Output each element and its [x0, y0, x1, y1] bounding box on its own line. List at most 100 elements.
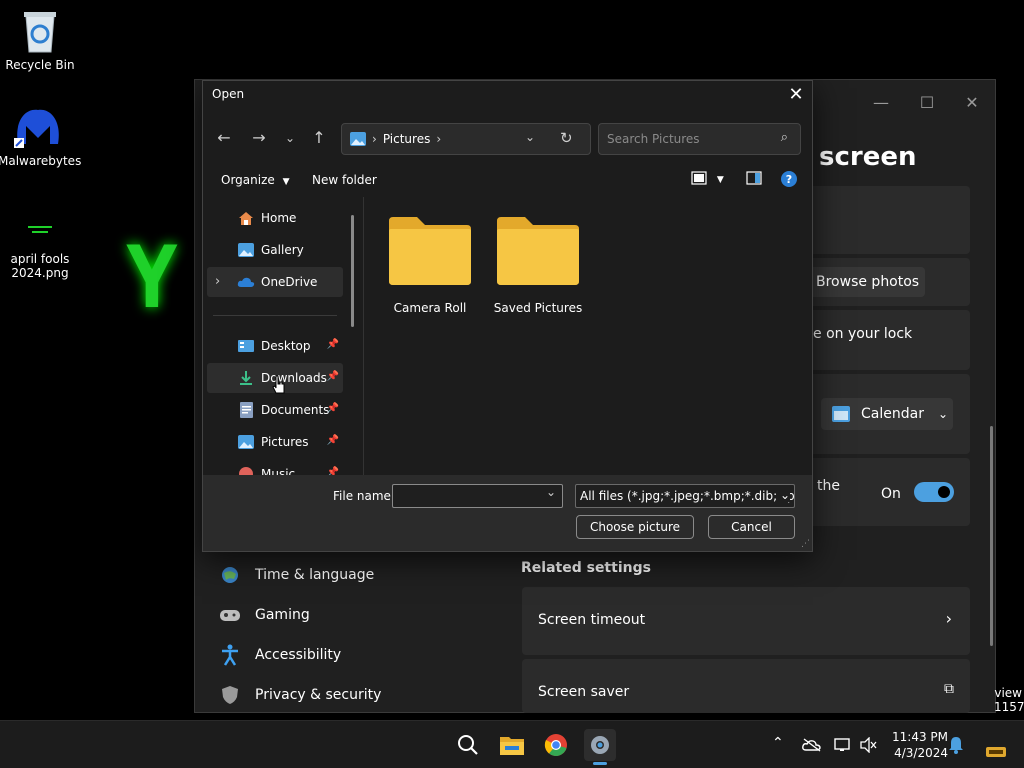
nav-item-label: Time & language: [255, 567, 375, 583]
tree-item-documents[interactable]: Documents 📌: [207, 395, 343, 425]
close-button[interactable]: ✕: [952, 88, 992, 118]
view-icon: [691, 171, 707, 185]
desktop-icon-april-fools[interactable]: april fools 2024.png: [0, 218, 80, 280]
address-bar[interactable]: › Pictures › ⌄ ↻: [341, 123, 591, 155]
search-box[interactable]: Search Pictures ⌕: [598, 123, 801, 155]
scrollbar[interactable]: [990, 426, 993, 646]
toggle-label: On: [881, 486, 901, 502]
taskbar: ⌃ 11:43 PM 4/3/2024: [0, 720, 1024, 768]
folder-saved-pictures[interactable]: Saved Pictures: [488, 217, 588, 315]
folder-icon: [497, 217, 579, 285]
open-external-icon: ⧉: [944, 681, 954, 697]
navigation-pane: Home Gallery › OneDrive Desktop 📌 Downlo…: [203, 197, 359, 477]
dialog-title: Open: [212, 87, 245, 101]
maximize-button[interactable]: ☐: [907, 88, 947, 118]
tree-item-label: OneDrive: [261, 275, 318, 289]
chevron-right-icon: ›: [372, 132, 377, 146]
search-input[interactable]: Search Pictures: [607, 132, 700, 146]
edge-text-line: 1157: [994, 700, 1024, 714]
pin-icon[interactable]: 📌: [327, 339, 339, 350]
file-type-select[interactable]: All files (*.jpg;*.jpeg;*.bmp;*.dib;*.pn…: [575, 484, 795, 508]
svg-text:?: ?: [786, 173, 792, 186]
minimize-button[interactable]: —: [861, 88, 901, 118]
tree-item-label: Documents: [261, 403, 330, 417]
view-options-button[interactable]: ▼: [691, 171, 724, 188]
forward-button[interactable]: →: [246, 125, 272, 151]
search-button[interactable]: [452, 729, 484, 761]
chevron-down-icon: ⌄: [775, 488, 790, 502]
show-hidden-icons-icon[interactable]: ⌃: [772, 735, 784, 751]
resize-grip-icon[interactable]: ⋰: [801, 539, 810, 549]
tree-item-pictures[interactable]: Pictures 📌: [207, 427, 343, 457]
desktop-icon-recycle-bin[interactable]: Recycle Bin: [0, 8, 80, 72]
chevron-right-icon: ›: [436, 132, 442, 146]
pin-icon[interactable]: 📌: [327, 371, 339, 382]
row-label: Screen saver: [538, 684, 630, 700]
recycle-bin-icon: [24, 12, 56, 53]
pane-divider: [363, 197, 364, 475]
gallery-icon: [237, 242, 255, 258]
desktop-icon-label: Recycle Bin: [5, 58, 75, 72]
pre-badge-icon: [986, 747, 1006, 757]
navigation-scrollbar[interactable]: [351, 215, 354, 327]
screen-timeout-row[interactable]: Screen timeout ›: [522, 587, 970, 655]
related-settings-heading: Related settings: [521, 560, 651, 576]
malwarebytes-icon: [14, 109, 59, 148]
calendar-icon: [832, 406, 850, 422]
desktop-icon-label: Malwarebytes: [0, 154, 82, 168]
chevron-down-icon[interactable]: ⌄: [525, 130, 535, 144]
chevron-right-icon[interactable]: ›: [215, 274, 220, 289]
home-icon: [237, 210, 255, 226]
preview-pane-icon: [746, 171, 762, 185]
active-app-indicator: [593, 762, 607, 765]
refresh-icon[interactable]: ↻: [560, 129, 573, 147]
recent-locations-button[interactable]: ⌄: [277, 125, 303, 151]
browse-photos-button[interactable]: Browse photos: [807, 267, 925, 297]
screen-saver-row[interactable]: Screen saver ⧉: [522, 659, 970, 713]
tree-item-home[interactable]: Home: [207, 203, 343, 233]
volume-muted-icon[interactable]: [860, 737, 878, 753]
desktop-icon: [237, 338, 255, 354]
network-icon[interactable]: [834, 737, 852, 753]
file-explorer-button[interactable]: [496, 729, 528, 761]
organize-label: Organize: [221, 173, 275, 187]
caret-down-icon: ▼: [716, 175, 724, 185]
clock[interactable]: 11:43 PM 4/3/2024: [882, 729, 948, 761]
tree-item-onedrive[interactable]: › OneDrive: [207, 267, 343, 297]
onedrive-icon: [237, 274, 255, 290]
notification-bell-icon[interactable]: [948, 736, 964, 754]
file-name-input[interactable]: [392, 484, 563, 508]
organize-menu[interactable]: Organize ▼: [221, 173, 290, 187]
cancel-button[interactable]: Cancel: [708, 515, 795, 539]
desktop-icon-malwarebytes[interactable]: Malwarebytes: [0, 104, 82, 168]
lock-screen-toggle[interactable]: [914, 482, 954, 502]
tree-item-gallery[interactable]: Gallery: [207, 235, 343, 265]
shield-icon: [219, 684, 241, 706]
pin-icon[interactable]: 📌: [327, 403, 339, 414]
pin-icon[interactable]: 📌: [327, 435, 339, 446]
accessibility-icon: [219, 644, 241, 666]
up-button[interactable]: ↑: [306, 125, 332, 151]
choose-picture-button[interactable]: Choose picture: [576, 515, 694, 539]
lock-screen-text: e on your lock: [813, 326, 913, 342]
globe-icon: [219, 564, 241, 586]
onedrive-offline-icon[interactable]: [802, 738, 822, 752]
help-button[interactable]: ?: [781, 171, 797, 190]
nav-item-time-language[interactable]: Time & language: [219, 560, 374, 590]
settings-button[interactable]: [584, 729, 616, 765]
nav-item-accessibility[interactable]: Accessibility: [219, 640, 341, 670]
tree-item-label: Pictures: [261, 435, 309, 449]
chevron-down-icon: ⌄: [937, 407, 949, 421]
calendar-dropdown[interactable]: Calendar ⌄: [821, 398, 953, 430]
chrome-button[interactable]: [540, 729, 572, 761]
close-icon[interactable]: ✕: [784, 83, 808, 107]
nav-item-privacy-security[interactable]: Privacy & security: [219, 680, 381, 710]
preview-pane-button[interactable]: [746, 171, 762, 188]
tree-item-label: Gallery: [261, 243, 304, 257]
back-button[interactable]: ←: [211, 125, 237, 151]
nav-item-gaming[interactable]: Gaming: [219, 600, 310, 630]
folder-camera-roll[interactable]: Camera Roll: [380, 217, 480, 315]
caret-down-icon: ▼: [282, 177, 290, 187]
new-folder-button[interactable]: New folder: [312, 173, 377, 187]
tree-item-desktop[interactable]: Desktop 📌: [207, 331, 343, 361]
